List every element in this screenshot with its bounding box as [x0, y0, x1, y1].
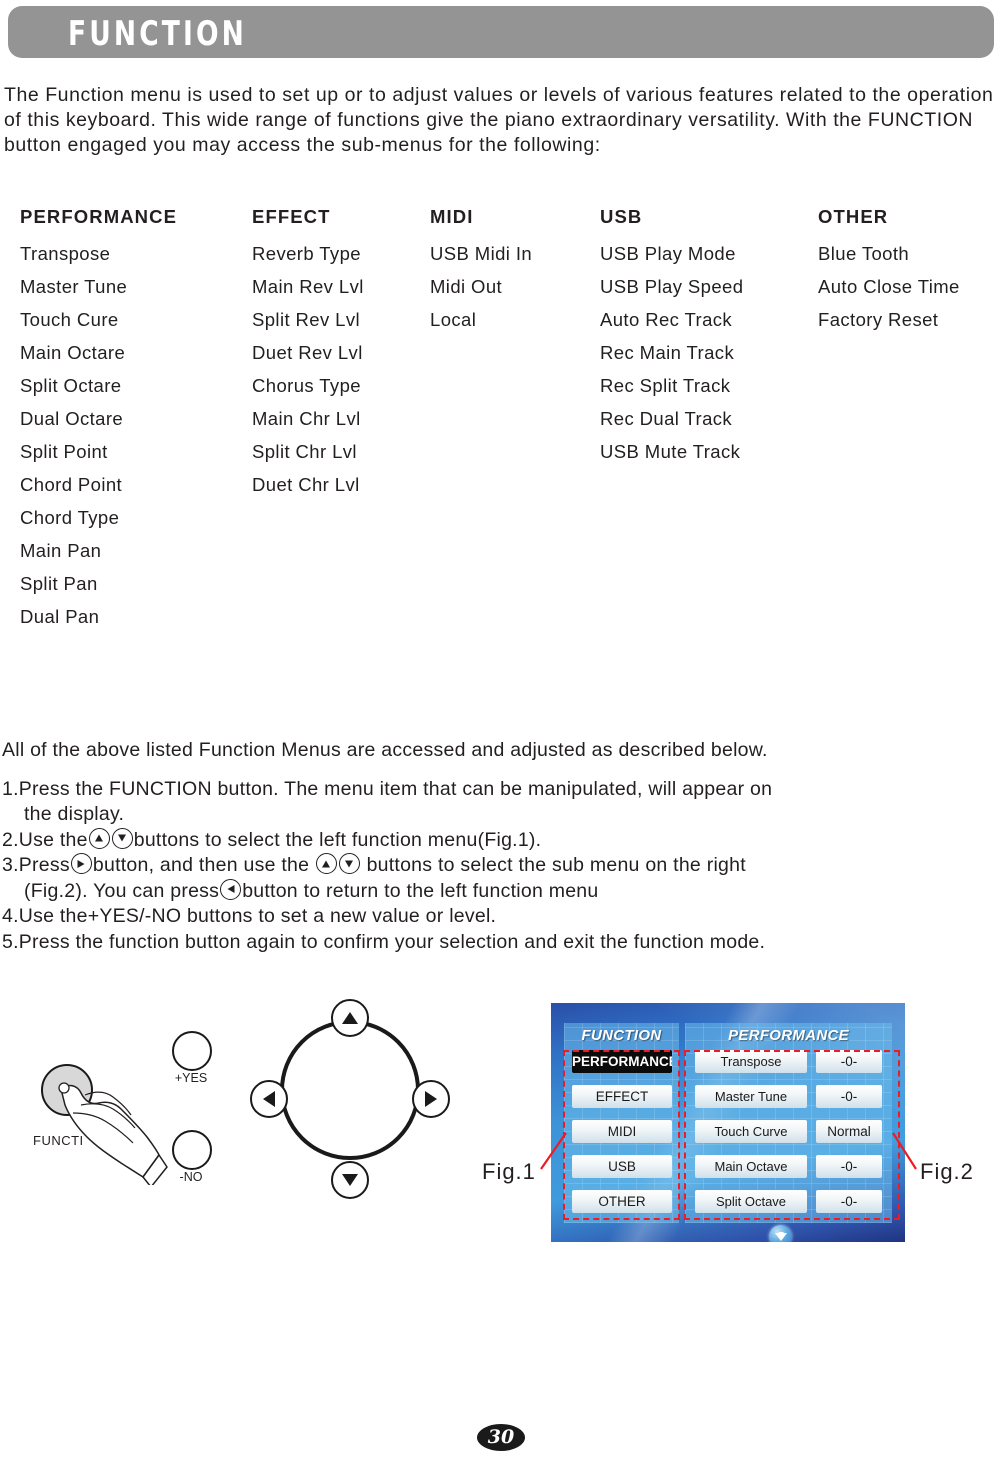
arrow-right-icon [70, 853, 92, 874]
menu-item: Dual Octare [20, 408, 124, 429]
procedure-step-1: 1.Press the FUNCTION button. The menu it… [2, 777, 1002, 828]
nav-right-button[interactable] [412, 1080, 450, 1118]
step-number: 4. [2, 905, 19, 927]
nav-left-button[interactable] [250, 1080, 288, 1118]
menu-item: USB Midi In [430, 243, 533, 264]
procedure-section: All of the above listed Function Menus a… [2, 738, 1002, 955]
menu-item: USB Mute Track [600, 441, 741, 462]
step-number: 3. [2, 854, 19, 876]
step-text: buttons to select the left function menu… [133, 828, 542, 851]
lcd-scroll-down-icon[interactable] [769, 1225, 792, 1242]
menu-item: Split Octare [20, 375, 122, 396]
figure-illustration-area: FUNCTI +YES -NO FUNCTION PERFORMANCE EFF… [0, 975, 1002, 1275]
plus-yes-button[interactable] [172, 1031, 212, 1071]
menu-item: Transpose [20, 243, 111, 264]
nav-up-button[interactable] [331, 999, 369, 1037]
menu-item: Midi Out [430, 276, 503, 297]
step-number: 1. [2, 777, 19, 800]
step-text-continued: the display. [24, 803, 125, 825]
menu-item: Rec Main Track [600, 342, 735, 363]
step-text: button, and then use the [92, 854, 310, 876]
fig1-label: Fig.1 [482, 1159, 536, 1184]
menu-column-other: OTHER Blue Tooth Auto Close Time Factory… [818, 206, 960, 336]
menu-item: USB Play Mode [600, 243, 736, 264]
arrow-up-icon [88, 827, 110, 849]
procedure-lead-text: All of the above listed Function Menus a… [2, 739, 768, 761]
step-text: buttons to select the sub menu on the ri… [366, 854, 746, 876]
fig2-callout-box [684, 1050, 900, 1220]
menu-item: Rec Split Track [600, 375, 731, 396]
menu-column-heading: MIDI [430, 206, 474, 227]
menu-item: USB Play Speed [600, 276, 744, 297]
page-title: FUNCTION [68, 14, 247, 54]
menu-column-heading: USB [600, 206, 643, 227]
menu-item: Main Chr Lvl [252, 408, 361, 429]
menu-item: Touch Cure [20, 309, 119, 330]
menu-item: Split Chr Lvl [252, 441, 357, 462]
intro-paragraph: The Function menu is used to set up or t… [4, 84, 994, 156]
menu-item: Chord Type [20, 507, 120, 528]
arrow-down-icon [338, 853, 360, 874]
step-text: Use the+YES/-NO buttons to set a new val… [18, 905, 497, 927]
menu-item: Split Rev Lvl [252, 309, 361, 330]
step-text: Press [18, 854, 70, 876]
menu-item: Auto Rec Track [600, 309, 733, 330]
menu-column-performance: PERFORMANCE Transpose Master Tune Touch … [20, 206, 177, 633]
pressing-hand-illustration [58, 1082, 168, 1185]
menu-item: Split Point [20, 441, 108, 462]
page-header-bar: FUNCTION [8, 6, 994, 58]
menu-item: Master Tune [20, 276, 128, 297]
page-number: 30 [477, 1424, 525, 1451]
menu-item: Duet Rev Lvl [252, 342, 363, 363]
procedure-step-4: 4.Use the+YES/-NO buttons to set a new v… [2, 904, 1002, 930]
lcd-function-panel-title: FUNCTION [581, 1027, 662, 1044]
arrow-down-icon [111, 827, 133, 849]
menu-item: Main Octare [20, 342, 126, 363]
menu-item: Reverb Type [252, 243, 361, 264]
menu-column-usb: USB USB Play Mode USB Play Speed Auto Re… [600, 206, 743, 468]
fig1-callout-box [563, 1050, 680, 1220]
menu-item: Dual Pan [20, 606, 100, 627]
minus-no-label: -NO [179, 1170, 203, 1184]
step-number: 2. [2, 828, 19, 851]
step-number: 5. [2, 930, 19, 953]
minus-no-button[interactable] [172, 1130, 212, 1170]
menu-item: Blue Tooth [818, 243, 910, 264]
menu-column-heading: PERFORMANCE [20, 206, 178, 227]
menu-item: Factory Reset [818, 309, 939, 330]
arrow-left-icon [220, 878, 242, 900]
nav-down-button[interactable] [331, 1161, 369, 1199]
function-menu-columns: PERFORMANCE Transpose Master Tune Touch … [0, 206, 1002, 636]
step-text: button to return to the left function me… [242, 879, 599, 902]
menu-item: Main Rev Lvl [252, 276, 364, 297]
menu-item: Chord Point [20, 474, 123, 495]
step-text-continued: (Fig.2). You can press button to return t… [2, 878, 1002, 905]
step-text: Use the [18, 828, 88, 851]
arrow-up-icon [315, 853, 337, 874]
menu-item: Split Pan [20, 573, 98, 594]
procedure-step-3: 3.Press button, and then use the buttons … [2, 853, 1002, 904]
menu-column-midi: MIDI USB Midi In Midi Out Local [430, 206, 532, 336]
step-text: Press the function button again to confi… [18, 930, 766, 953]
menu-column-heading: EFFECT [252, 206, 331, 227]
menu-item: Duet Chr Lvl [252, 474, 360, 495]
menu-column-heading: OTHER [818, 206, 889, 227]
menu-item: Local [430, 309, 477, 330]
plus-yes-label: +YES [174, 1071, 208, 1085]
menu-column-effect: EFFECT Reverb Type Main Rev Lvl Split Re… [252, 206, 364, 501]
menu-item: Main Pan [20, 540, 102, 561]
step-text: Press the FUNCTION button. The menu item… [18, 777, 773, 800]
step-text: (Fig.2). You can press [24, 879, 220, 902]
menu-item: Rec Dual Track [600, 408, 733, 429]
fig2-label: Fig.2 [920, 1159, 974, 1184]
procedure-step-2: 2.Use the buttons to select the left func… [2, 827, 1002, 854]
navigation-ring [280, 1020, 420, 1160]
procedure-step-5: 5.Press the function button again to con… [2, 930, 1002, 956]
lcd-performance-panel-title: PERFORMANCE [728, 1027, 849, 1044]
menu-item: Auto Close Time [818, 276, 960, 297]
menu-item: Chorus Type [252, 375, 361, 396]
